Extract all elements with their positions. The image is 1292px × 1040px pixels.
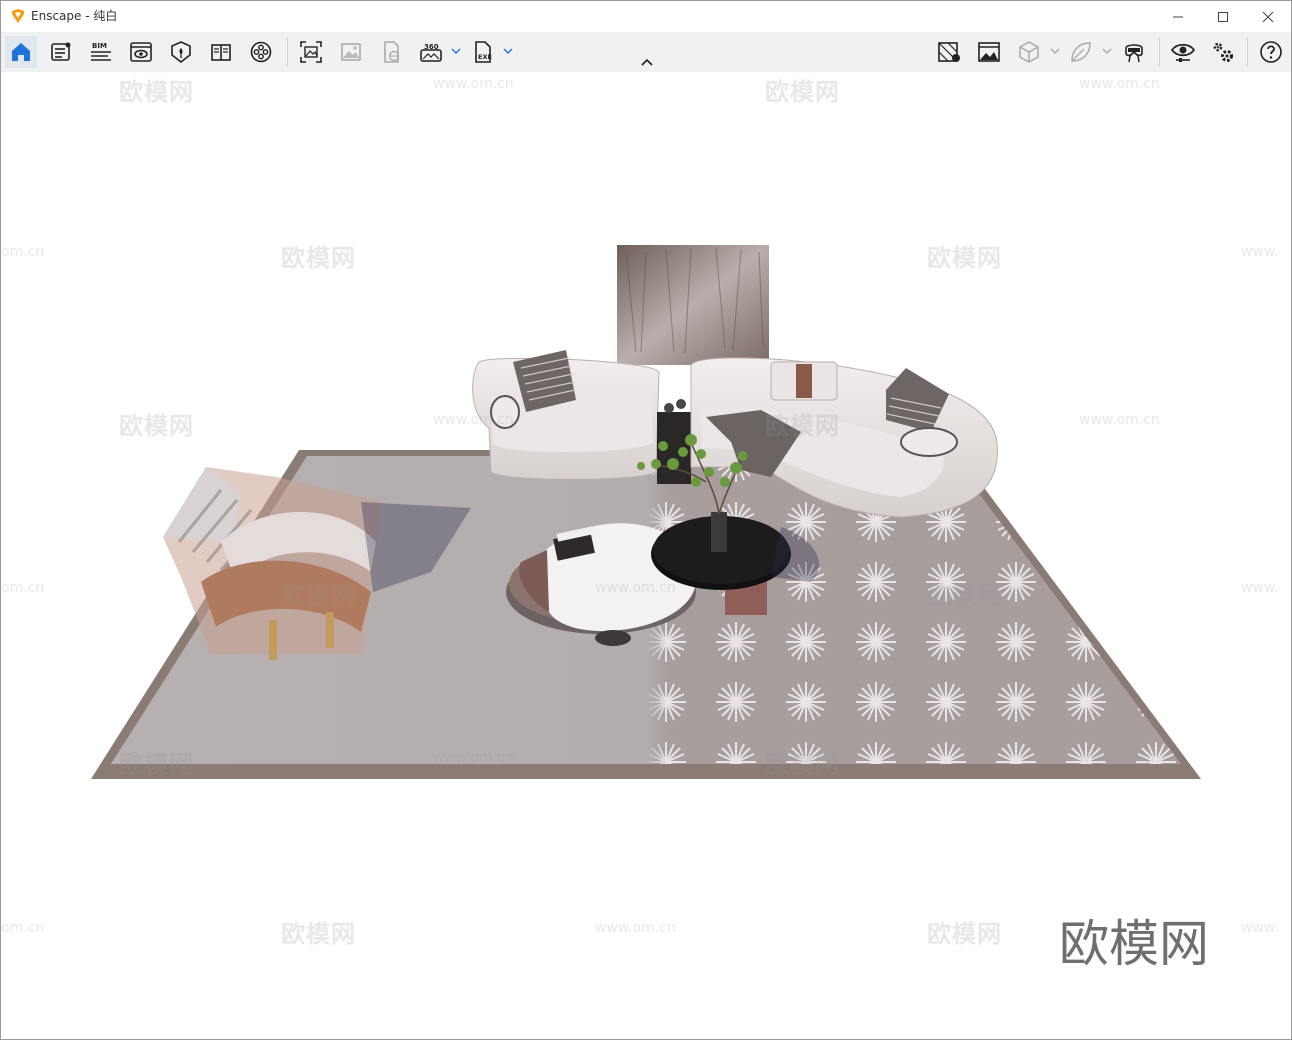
close-icon: [1262, 11, 1274, 22]
eye-window-icon: [130, 42, 152, 62]
svg-text:EXE: EXE: [478, 53, 492, 61]
toolbar-separator: [1247, 38, 1248, 66]
watermark-url: om.cn: [1, 244, 45, 260]
rendered-scene: [91, 245, 1201, 779]
web-export-button[interactable]: [375, 36, 407, 68]
watermark-url: www.om.cn: [1079, 750, 1160, 766]
watermark-url: om.cn: [1, 580, 45, 596]
home-icon: [12, 43, 30, 61]
maximize-button[interactable]: [1200, 1, 1246, 32]
video-editor-button[interactable]: [245, 36, 277, 68]
vr-headset-icon: [1125, 44, 1143, 63]
help-button[interactable]: [1255, 36, 1287, 68]
visual-settings-icon: [1170, 43, 1196, 62]
leaf-button[interactable]: [1065, 36, 1097, 68]
vr-headset-button[interactable]: [1118, 36, 1150, 68]
watermark-text: 欧模网: [119, 78, 194, 106]
material-editor-button[interactable]: [933, 36, 965, 68]
watermark-text: 欧模网: [119, 750, 194, 778]
minimize-icon: [1173, 16, 1183, 17]
close-button[interactable]: [1245, 1, 1291, 32]
watermark-text: 欧模网: [281, 244, 356, 272]
chevron-down-icon: [451, 48, 461, 54]
exe-export-button[interactable]: EXE: [467, 36, 499, 68]
help-icon: [1260, 41, 1282, 63]
toolbar-collapse-button[interactable]: [637, 55, 657, 69]
chevron-down-icon: [503, 48, 513, 54]
video-reel-icon: [250, 41, 272, 63]
watermark-url: www.om.cn: [595, 920, 676, 936]
asset-library-icon: [171, 41, 191, 64]
visual-settings-button[interactable]: [1167, 36, 1199, 68]
exe-export-icon: EXE: [475, 41, 492, 63]
cube-icon: [1019, 41, 1039, 63]
toolbar-separator: [1159, 38, 1160, 66]
window-title: Enscape - 纯白: [31, 9, 118, 23]
watermark-text: 欧模网: [765, 412, 840, 440]
view-button[interactable]: [125, 36, 157, 68]
cube-button[interactable]: [1013, 36, 1045, 68]
watermark-url: www.: [1241, 244, 1279, 260]
panorama-button[interactable]: 360: [415, 36, 447, 68]
web-export-icon: [384, 41, 400, 63]
exe-dropdown[interactable]: [503, 44, 513, 58]
watermark-url: www.om.cn: [1079, 412, 1160, 428]
asset-library-button[interactable]: [165, 36, 197, 68]
render-viewport[interactable]: 欧模网 www.om.cn 欧模网 www.om.cn om.cn 欧模网 欧模…: [1, 72, 1291, 1039]
app-window: Enscape - 纯白 BIM 360 EXE 欧模网 www.om.cn 欧…: [0, 0, 1292, 1040]
watermark-text: 欧模网: [281, 581, 356, 609]
news-button[interactable]: [45, 36, 77, 68]
watermark-url: www.om.cn: [433, 76, 514, 92]
news-icon: [51, 42, 71, 61]
batch-render-button[interactable]: [335, 36, 367, 68]
cube-dropdown[interactable]: [1050, 44, 1060, 58]
material-editor-icon: [938, 42, 960, 62]
watermark-url: www.: [1241, 580, 1279, 596]
watermark-text: 欧模网: [927, 581, 1002, 609]
watermark-url: www.om.cn: [433, 750, 514, 766]
toolbar-separator: [287, 38, 288, 66]
bim-button[interactable]: BIM: [85, 36, 117, 68]
watermark-text: 欧模网: [927, 244, 1002, 272]
chevron-up-icon: [641, 58, 653, 66]
panorama-dropdown[interactable]: [451, 44, 461, 58]
panorama-360-icon: 360: [420, 43, 442, 62]
watermark-text: 欧模网: [765, 750, 840, 778]
leaf-icon: [1071, 42, 1091, 62]
screenshot-icon: [300, 41, 322, 63]
watermark-url: www.: [1241, 920, 1279, 936]
watermark-url: www.om.cn: [433, 412, 514, 428]
watermark-text: 欧模网: [119, 412, 194, 440]
watermark-url: www.om.cn: [1079, 76, 1160, 92]
enscape-logo-icon: [12, 9, 24, 23]
batch-render-icon: [341, 43, 361, 61]
atmosphere-button[interactable]: [973, 36, 1005, 68]
watermark-text: 欧模网: [281, 920, 356, 948]
book-icon: [211, 44, 231, 61]
chevron-down-icon: [1102, 48, 1112, 54]
minimize-button[interactable]: [1155, 1, 1201, 32]
bim-icon: BIM: [91, 42, 111, 61]
leaf-dropdown[interactable]: [1102, 44, 1112, 58]
svg-text:BIM: BIM: [92, 42, 107, 50]
chevron-down-icon: [1050, 48, 1060, 54]
views-book-button[interactable]: [205, 36, 237, 68]
watermark-url: om.cn: [1, 920, 45, 936]
screenshot-button[interactable]: [295, 36, 327, 68]
settings-button[interactable]: [1207, 36, 1239, 68]
brand-logo-text: 欧模网: [1059, 915, 1209, 973]
title-bar: Enscape - 纯白: [1, 1, 1291, 32]
home-button[interactable]: [5, 36, 37, 68]
watermark-text: 欧模网: [765, 78, 840, 106]
watermark-url: www.om.cn: [595, 580, 676, 596]
gears-icon: [1213, 42, 1233, 62]
atmosphere-icon: [978, 42, 1000, 62]
watermark-text: 欧模网: [927, 920, 1002, 948]
maximize-icon: [1218, 11, 1228, 22]
